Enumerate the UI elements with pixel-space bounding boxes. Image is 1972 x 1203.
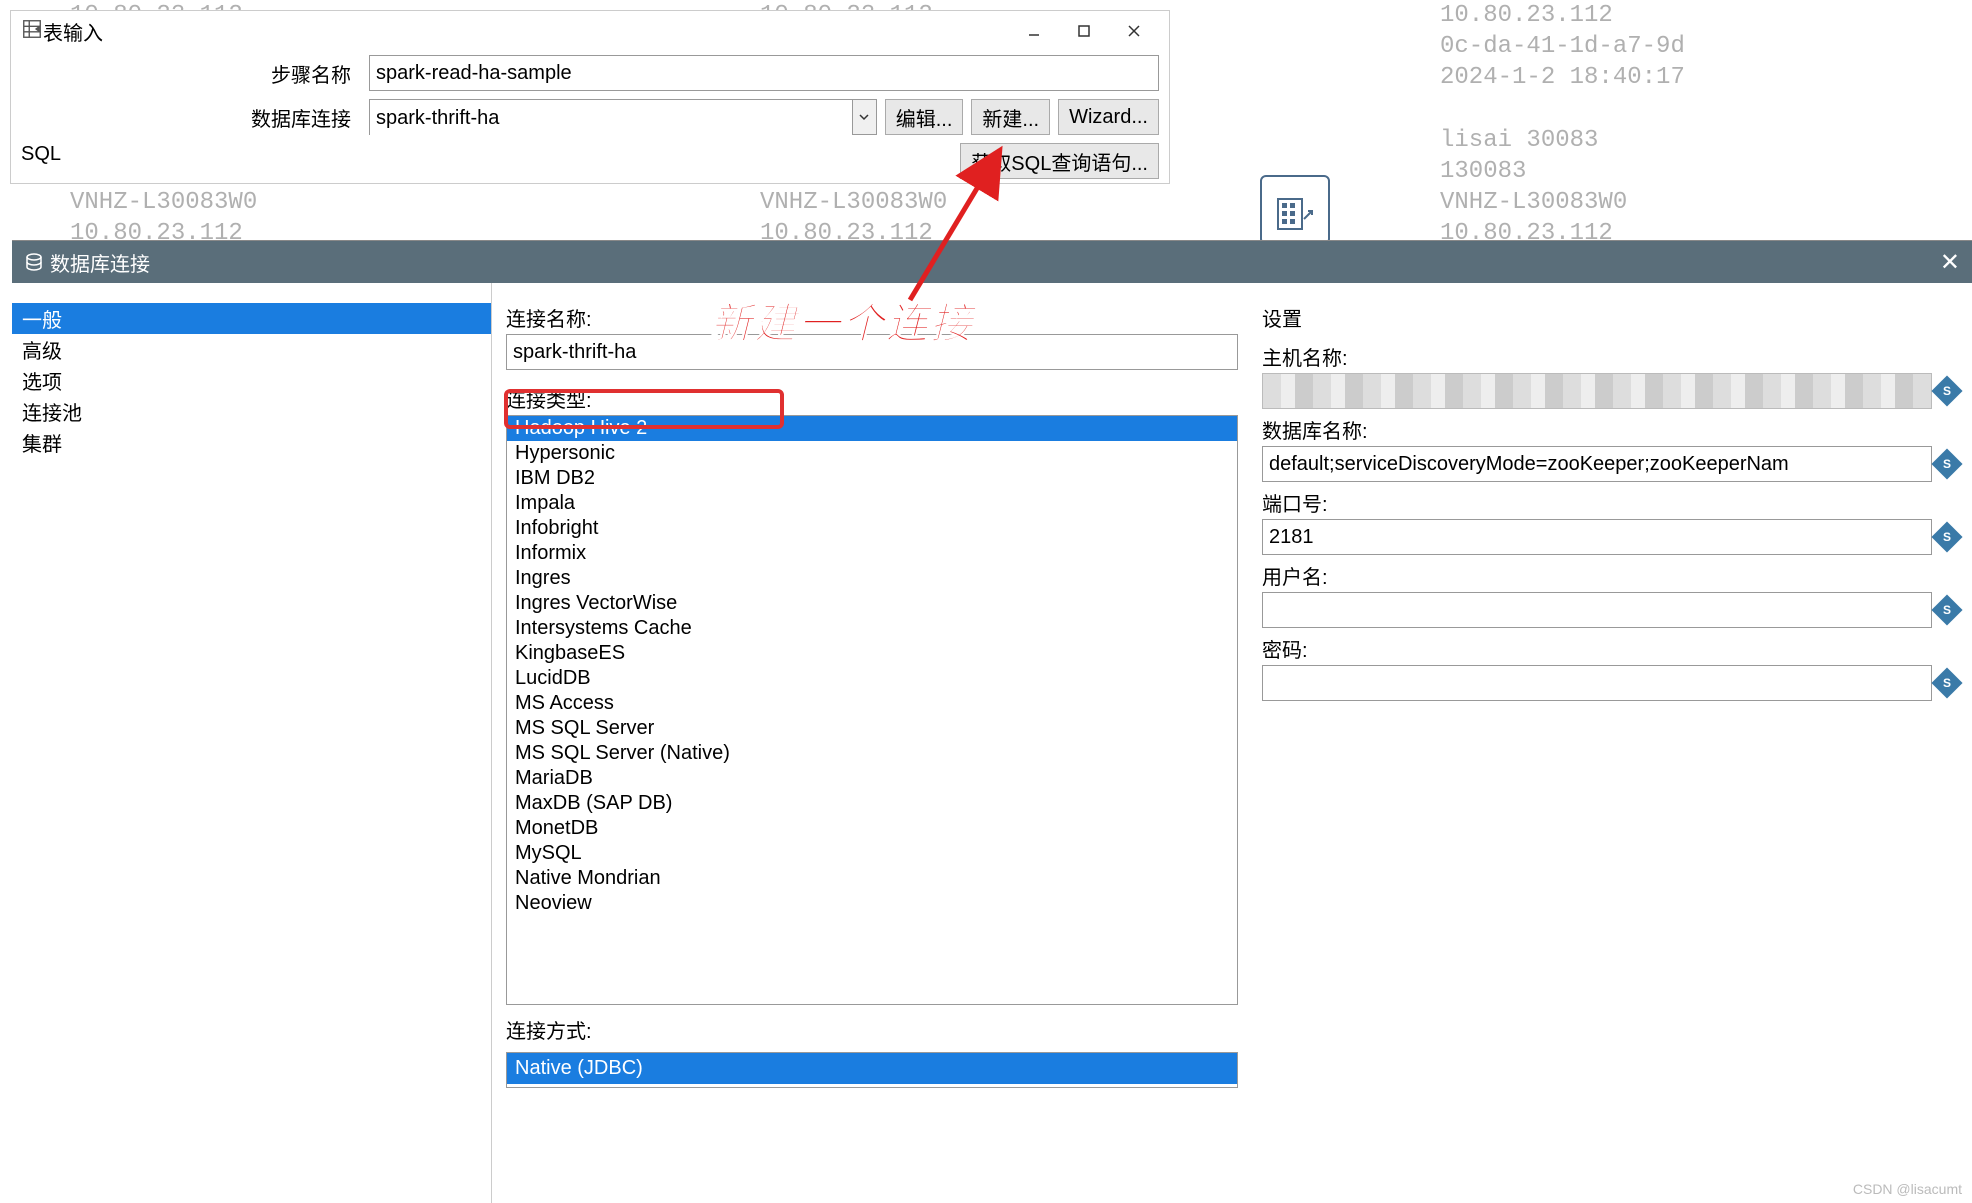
db-sidebar: 一般 高级 选项 连接池 集群 — [12, 283, 492, 1203]
db-connection-combo[interactable] — [369, 99, 877, 135]
database-connection-window: 数据库连接 ✕ 一般 高级 选项 连接池 集群 连接名称: 连接类型: Hado… — [12, 240, 1972, 1203]
db-window-titlebar: 数据库连接 ✕ — [12, 241, 1972, 283]
pass-label: 密码: — [1262, 634, 1958, 663]
conn-method-listbox[interactable]: Native (JDBC) — [506, 1052, 1238, 1088]
variable-icon[interactable] — [1931, 667, 1962, 698]
get-sql-button[interactable]: 获取SQL查询语句... — [960, 143, 1159, 179]
user-input[interactable] — [1262, 592, 1932, 628]
table-input-window: 表输入 步骤名称 数据库连接 编辑... 新建... Wizard... SQL… — [10, 10, 1170, 184]
new-button[interactable]: 新建... — [971, 99, 1050, 135]
conn-type-item[interactable]: Informix — [507, 541, 1237, 566]
wizard-button[interactable]: Wizard... — [1058, 99, 1159, 135]
conn-type-item[interactable]: IBM DB2 — [507, 466, 1237, 491]
sql-label: SQL — [21, 143, 71, 179]
conn-type-item[interactable]: Native Mondrian — [507, 866, 1237, 891]
conn-type-item[interactable]: MS Access — [507, 691, 1237, 716]
conn-type-item[interactable]: MS SQL Server (Native) — [507, 741, 1237, 766]
host-label: 主机名称: — [1262, 342, 1958, 371]
conn-type-item[interactable]: Intersystems Cache — [507, 616, 1237, 641]
conn-type-label: 连接类型: — [506, 384, 1238, 413]
host-input-redacted[interactable] — [1262, 373, 1932, 409]
db-window-title: 数据库连接 — [50, 248, 150, 277]
user-label: 用户名: — [1262, 561, 1958, 590]
sidebar-item-options[interactable]: 选项 — [12, 365, 491, 396]
conn-type-item[interactable]: MySQL — [507, 841, 1237, 866]
port-input[interactable] — [1262, 519, 1932, 555]
db-connection-input[interactable] — [370, 100, 852, 136]
dbname-input[interactable] — [1262, 446, 1932, 482]
conn-type-item[interactable]: Ingres VectorWise — [507, 591, 1237, 616]
database-icon — [24, 252, 44, 272]
data-warehouse-icon — [1260, 175, 1330, 245]
table-input-icon — [21, 18, 43, 45]
conn-type-item[interactable]: Infobright — [507, 516, 1237, 541]
chevron-down-icon[interactable] — [852, 100, 876, 134]
conn-method-item[interactable]: Native (JDBC) — [507, 1053, 1237, 1084]
conn-type-item[interactable]: MaxDB (SAP DB) — [507, 791, 1237, 816]
conn-type-item[interactable]: Ingres — [507, 566, 1237, 591]
variable-icon[interactable] — [1931, 448, 1962, 479]
conn-name-input[interactable] — [506, 334, 1238, 370]
maximize-button[interactable] — [1059, 16, 1109, 46]
variable-icon[interactable] — [1931, 375, 1962, 406]
step-name-input[interactable] — [369, 55, 1159, 91]
window-titlebar: 表输入 — [11, 11, 1169, 51]
conn-type-item[interactable]: Hypersonic — [507, 441, 1237, 466]
step-name-label: 步骤名称 — [211, 59, 361, 88]
port-label: 端口号: — [1262, 488, 1958, 517]
sidebar-item-cluster[interactable]: 集群 — [12, 427, 491, 458]
variable-icon[interactable] — [1931, 521, 1962, 552]
conn-type-item[interactable]: MS SQL Server — [507, 716, 1237, 741]
variable-icon[interactable] — [1931, 594, 1962, 625]
conn-type-listbox[interactable]: Hadoop Hive 2HypersonicIBM DB2ImpalaInfo… — [506, 415, 1238, 1005]
window-title: 表输入 — [43, 17, 103, 46]
sidebar-item-advanced[interactable]: 高级 — [12, 334, 491, 365]
conn-method-label: 连接方式: — [506, 1015, 1238, 1044]
edit-button[interactable]: 编辑... — [885, 99, 964, 135]
settings-label: 设置 — [1262, 303, 1958, 332]
conn-type-item[interactable]: LucidDB — [507, 666, 1237, 691]
close-icon[interactable]: ✕ — [1940, 248, 1960, 277]
close-button[interactable] — [1109, 16, 1159, 46]
sidebar-item-general[interactable]: 一般 — [12, 303, 491, 334]
conn-type-item[interactable]: KingbaseES — [507, 641, 1237, 666]
minimize-button[interactable] — [1009, 16, 1059, 46]
conn-name-label: 连接名称: — [506, 303, 1238, 332]
conn-type-item[interactable]: MariaDB — [507, 766, 1237, 791]
conn-type-item[interactable]: MonetDB — [507, 816, 1237, 841]
conn-type-item[interactable]: Neoview — [507, 891, 1237, 916]
conn-type-item[interactable]: Hadoop Hive 2 — [507, 416, 1237, 441]
csdn-watermark: CSDN @lisacumt — [1853, 1181, 1962, 1197]
pass-input[interactable] — [1262, 665, 1932, 701]
db-connection-label: 数据库连接 — [211, 103, 361, 132]
dbname-label: 数据库名称: — [1262, 415, 1958, 444]
sidebar-item-pool[interactable]: 连接池 — [12, 396, 491, 427]
conn-type-item[interactable]: Impala — [507, 491, 1237, 516]
